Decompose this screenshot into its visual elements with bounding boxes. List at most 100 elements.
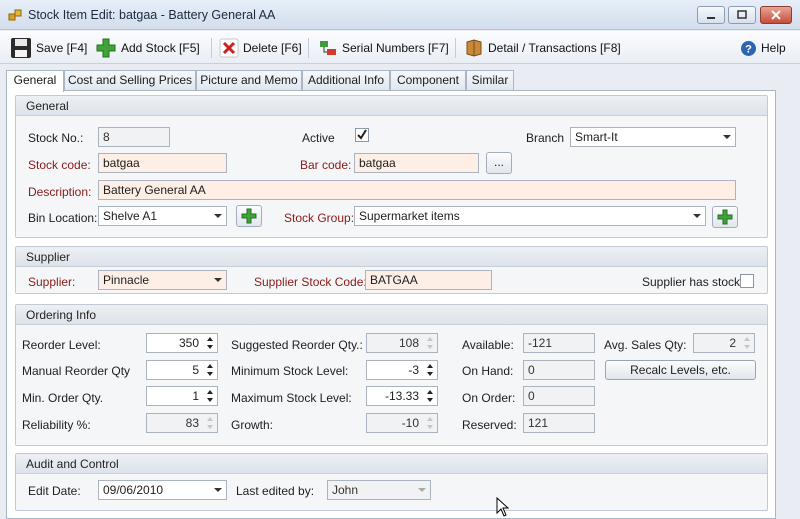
last-edited-label: Last edited by: <box>236 484 315 498</box>
active-label: Active <box>302 131 335 145</box>
detail-transactions-label: Detail / Transactions [F8] <box>488 41 621 55</box>
add-plus-icon <box>241 208 257 224</box>
maximize-icon <box>737 10 747 19</box>
ordering-info-group: Ordering Info Reorder Level: 350 Manual … <box>15 304 768 446</box>
edit-date-picker[interactable]: 09/06/2010 <box>98 480 227 500</box>
spin-arrows-icon <box>204 415 216 431</box>
add-stock-button[interactable]: Add Stock [F5] <box>95 36 200 60</box>
growth-value: -10 <box>401 416 419 430</box>
bar-code-browse-button[interactable]: ... <box>486 152 512 174</box>
growth-stepper[interactable]: -10 <box>366 413 438 433</box>
save-button[interactable]: Save [F4] <box>10 36 87 60</box>
on-order-field[interactable]: 0 <box>523 386 595 406</box>
reorder-level-stepper[interactable]: 350 <box>146 333 218 353</box>
stock-code-field[interactable]: batgaa <box>98 153 227 173</box>
tab-picture-and-memo[interactable]: Picture and Memo <box>196 70 302 91</box>
help-label: Help <box>761 41 786 55</box>
delete-label: Delete [F6] <box>243 41 302 55</box>
avg-sales-label: Avg. Sales Qty: <box>604 338 687 352</box>
toolbar-separator <box>455 38 456 58</box>
add-plus-icon <box>717 209 733 225</box>
spin-arrows-icon[interactable] <box>204 335 216 351</box>
suggested-reorder-value: 108 <box>398 336 419 350</box>
serial-numbers-button[interactable]: Serial Numbers [F7] <box>318 36 449 60</box>
description-field[interactable]: Battery General AA <box>98 180 736 200</box>
tab-similar[interactable]: Similar <box>466 70 514 91</box>
manual-reorder-stepper[interactable]: 5 <box>146 360 218 380</box>
maximize-button[interactable] <box>728 6 756 24</box>
maximum-stock-stepper[interactable]: -13.33 <box>366 386 438 406</box>
general-group: General Stock No.: 8 Active Branch Smart… <box>15 95 768 238</box>
help-icon: ? <box>741 40 756 56</box>
supplier-has-stock-checkbox[interactable] <box>740 274 754 288</box>
chevron-down-icon <box>418 488 426 492</box>
bin-location-select[interactable]: Shelve A1 <box>98 206 227 226</box>
audit-control-heading: Audit and Control <box>16 454 767 474</box>
spin-arrows-icon[interactable] <box>424 362 436 378</box>
bar-code-field[interactable]: batgaa <box>354 153 479 173</box>
add-stock-group-button[interactable] <box>712 206 738 228</box>
minimize-button[interactable] <box>697 6 725 24</box>
stock-group-select[interactable]: Supermarket items <box>354 206 706 226</box>
help-button[interactable]: ? Help <box>740 36 786 60</box>
branch-label: Branch <box>526 131 565 145</box>
supplier-group: Supplier Supplier: Pinnacle Supplier Sto… <box>15 246 768 294</box>
recalc-levels-button[interactable]: Recalc Levels, etc. <box>605 360 756 380</box>
last-edited-select[interactable]: John <box>327 480 431 500</box>
minimum-stock-value: -3 <box>408 363 419 377</box>
manual-reorder-value: 5 <box>192 363 199 377</box>
chevron-down-icon <box>723 135 731 139</box>
reorder-level-label: Reorder Level: <box>22 338 101 352</box>
close-icon <box>771 10 781 20</box>
serial-numbers-label: Serial Numbers [F7] <box>342 41 449 55</box>
tab-cost-and-selling-prices[interactable]: Cost and Selling Prices <box>64 70 196 91</box>
growth-label: Growth: <box>231 418 274 432</box>
maximum-stock-value: -13.33 <box>384 389 419 403</box>
last-edited-value: John <box>332 483 359 497</box>
stock-code-label: Stock code: <box>28 158 91 172</box>
minimum-stock-label: Minimum Stock Level: <box>231 364 349 378</box>
chevron-down-icon <box>214 214 222 218</box>
add-bin-location-button[interactable] <box>236 205 262 227</box>
detail-transactions-button[interactable]: Detail / Transactions [F8] <box>464 36 621 60</box>
minimize-icon <box>707 17 715 19</box>
active-checkbox[interactable] <box>354 127 370 143</box>
stock-group-label: Stock Group: <box>284 211 355 225</box>
on-hand-field[interactable]: 0 <box>523 360 595 380</box>
add-stock-label: Add Stock [F5] <box>121 41 200 55</box>
branch-select[interactable]: Smart-It <box>570 127 736 147</box>
audit-control-group: Audit and Control Edit Date: 09/06/2010 … <box>15 453 768 511</box>
supplier-stock-code-field[interactable]: BATGAA <box>365 270 492 290</box>
tab-additional-info[interactable]: Additional Info <box>302 70 390 91</box>
min-order-stepper[interactable]: 1 <box>146 386 218 406</box>
reserved-field[interactable]: 121 <box>523 413 595 433</box>
tab-general[interactable]: General <box>6 70 64 92</box>
ordering-info-heading: Ordering Info <box>16 305 767 325</box>
floppy-disk-icon <box>11 38 31 58</box>
avg-sales-stepper[interactable]: 2 <box>693 333 755 353</box>
delete-x-icon <box>219 38 239 58</box>
spin-arrows-icon[interactable] <box>204 362 216 378</box>
available-label: Available: <box>462 338 514 352</box>
supplier-value: Pinnacle <box>103 273 150 287</box>
suggested-reorder-stepper[interactable]: 108 <box>366 333 438 353</box>
close-button[interactable] <box>760 6 792 24</box>
tab-component[interactable]: Component <box>390 70 466 91</box>
supplier-stock-code-label: Supplier Stock Code: <box>254 275 367 289</box>
window-title: Stock Item Edit: batgaa - Battery Genera… <box>28 8 276 22</box>
delete-button[interactable]: Delete [F6] <box>219 36 302 60</box>
general-heading: General <box>16 96 767 116</box>
book-icon <box>466 39 482 57</box>
reliability-stepper[interactable]: 83 <box>146 413 218 433</box>
spin-arrows-icon[interactable] <box>204 388 216 404</box>
stock-no-field[interactable]: 8 <box>98 127 170 147</box>
supplier-has-stock-label: Supplier has stock: <box>642 275 744 289</box>
spin-arrows-icon <box>424 335 436 351</box>
available-field[interactable]: -121 <box>523 333 595 353</box>
spin-arrows-icon[interactable] <box>424 388 436 404</box>
supplier-select[interactable]: Pinnacle <box>98 270 227 290</box>
on-order-label: On Order: <box>462 391 516 405</box>
edit-date-value: 09/06/2010 <box>103 483 164 497</box>
chevron-down-icon <box>214 278 222 282</box>
minimum-stock-stepper[interactable]: -3 <box>366 360 438 380</box>
